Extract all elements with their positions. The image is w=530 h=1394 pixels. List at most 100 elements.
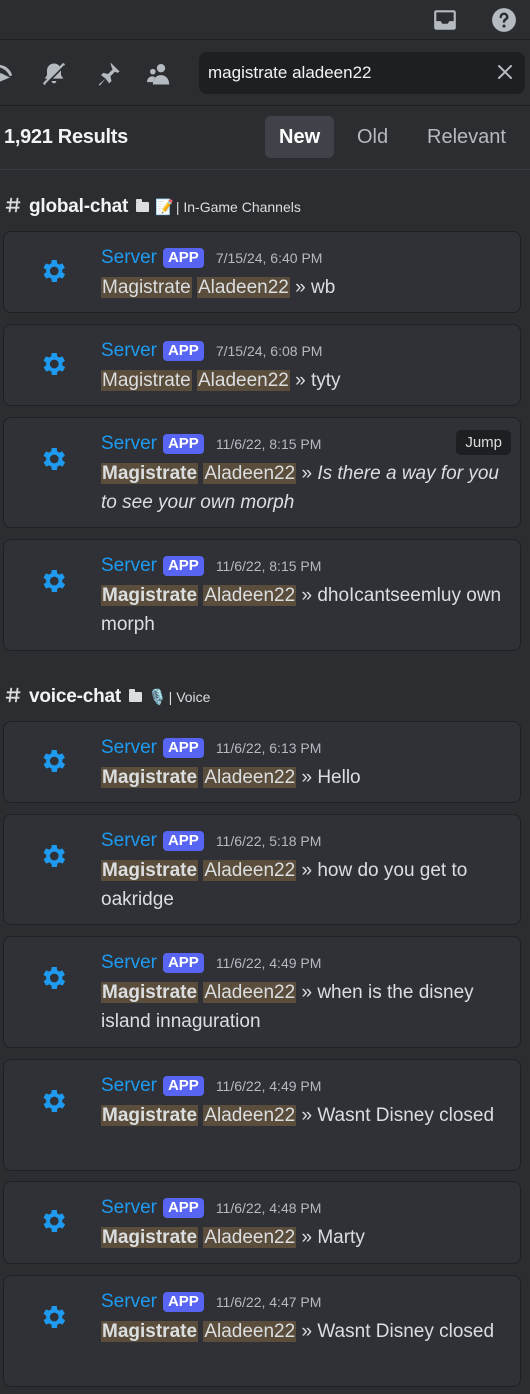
message-content: Magistrate Aladeen22 » when is the disne… [101, 978, 506, 1036]
channel-name: global-chat [29, 196, 129, 217]
channel-category: | In-Game Channels [175, 199, 301, 215]
mute-bell-icon[interactable] [40, 60, 68, 88]
username[interactable]: Server [101, 1075, 157, 1097]
search-highlight: Magistrate [101, 1105, 199, 1126]
search-result-message[interactable]: Server APP 11/6/22, 5:18 PM Magistrate Alad… [3, 814, 521, 925]
message-header: Server APP 11/6/22, 8:15 PM [101, 554, 321, 578]
separator: » [301, 767, 313, 788]
gear-icon[interactable] [38, 963, 68, 993]
message-content: Magistrate Aladeen22 » Is there a way fo… [101, 459, 506, 517]
separator: » [295, 277, 306, 298]
separator: » [301, 585, 313, 606]
username[interactable]: Server [101, 433, 157, 455]
message-content: Magistrate Aladeen22 » Hello [101, 763, 506, 792]
search-bar[interactable]: magistrate aladeen22 [199, 52, 525, 94]
gear-icon[interactable] [38, 444, 68, 474]
username[interactable]: Server [101, 1291, 157, 1313]
message-text: tyty [311, 370, 341, 391]
separator: » [301, 982, 313, 1003]
gear-icon[interactable] [38, 349, 68, 379]
emoji-icon: 🎙️ [147, 689, 167, 706]
search-result-message[interactable]: Server APP 11/6/22, 8:15 PM Magistrate Alad… [3, 539, 521, 651]
search-highlight: Magistrate [101, 982, 199, 1003]
gear-icon[interactable] [38, 1086, 68, 1116]
sort-tab-relevant[interactable]: Relevant [413, 116, 520, 158]
app-badge: APP [162, 738, 204, 758]
member-list-icon[interactable] [147, 60, 175, 88]
search-result-message[interactable]: Server APP 7/15/24, 6:08 PM Magistrate Alad… [3, 324, 521, 406]
channel-name: voice-chat [29, 686, 121, 707]
message-content: Magistrate Aladeen22 » wb [101, 273, 506, 302]
username[interactable]: Server [101, 555, 157, 577]
search-highlight: Aladeen22 [203, 860, 297, 881]
threads-icon[interactable] [0, 60, 18, 88]
username[interactable]: Server [101, 952, 157, 974]
search-result-message[interactable]: Server APP 11/6/22, 4:49 PM Magistrate Alad… [3, 936, 521, 1048]
inbox-icon[interactable] [432, 7, 458, 33]
app-badge: APP [162, 953, 204, 973]
gear-icon[interactable] [38, 566, 68, 596]
help-icon[interactable] [491, 7, 517, 33]
message-header: Server APP 11/6/22, 6:13 PM [101, 736, 321, 760]
search-highlight: Magistrate [101, 585, 199, 606]
search-result-message[interactable]: Server APP 11/6/22, 4:47 PM Magistrate Alad… [3, 1275, 521, 1387]
results-count: 1,921 Results [4, 126, 128, 148]
gear-icon[interactable] [38, 746, 68, 776]
text-channel-icon [5, 684, 23, 710]
gear-icon[interactable] [38, 1302, 68, 1332]
message-header: Server APP 11/6/22, 4:48 PM [101, 1196, 321, 1220]
message-text: Wasnt Disney closed [317, 1321, 495, 1342]
message-header: Server APP 11/6/22, 5:18 PM [101, 829, 321, 853]
search-input[interactable]: magistrate aladeen22 [208, 63, 372, 83]
search-result-message[interactable]: Server APP 11/6/22, 4:48 PM Magistrate Alad… [3, 1181, 521, 1264]
message-content: Magistrate Aladeen22 » how do you get to… [101, 856, 506, 914]
message-text: Hello [317, 767, 361, 788]
message-header: Server APP 11/6/22, 4:47 PM [101, 1290, 321, 1314]
search-highlight: Magistrate [101, 370, 192, 391]
message-text: wb [311, 277, 336, 298]
timestamp: 11/6/22, 8:15 PM [215, 436, 322, 452]
timestamp: 11/6/22, 4:49 PM [215, 955, 322, 971]
gear-icon[interactable] [38, 256, 68, 286]
username[interactable]: Server [101, 830, 157, 852]
close-icon[interactable] [495, 62, 515, 82]
gear-icon[interactable] [38, 841, 68, 871]
gear-icon[interactable] [38, 1206, 68, 1236]
message-header: Server APP 7/15/24, 6:40 PM [101, 246, 322, 270]
app-badge: APP [162, 1292, 204, 1312]
username[interactable]: Server [101, 247, 157, 269]
message-header: Server APP 11/6/22, 4:49 PM [101, 951, 321, 975]
message-text: Wasnt Disney closed [317, 1105, 495, 1126]
separator: » [301, 860, 313, 881]
separator: » [295, 370, 306, 391]
search-result-message[interactable]: Server APP 11/6/22, 6:13 PM Magistrate Alad… [3, 721, 521, 803]
channel-header-global-chat[interactable]: global-chat 📝 | In-Game Channels [5, 193, 301, 221]
jump-button[interactable]: Jump [456, 430, 511, 455]
sort-tab-new[interactable]: New [265, 116, 335, 158]
separator: » [301, 463, 313, 484]
channel-header-voice-chat[interactable]: voice-chat 🎙️ | Voice [5, 683, 210, 711]
pin-icon[interactable] [94, 60, 122, 88]
message-content: Magistrate Aladeen22 » tyty [101, 366, 506, 395]
timestamp: 11/6/22, 4:49 PM [215, 1078, 322, 1094]
timestamp: 7/15/24, 6:40 PM [215, 250, 323, 266]
timestamp: 11/6/22, 6:13 PM [215, 740, 322, 756]
message-header: Server APP 7/15/24, 6:08 PM [101, 339, 322, 363]
search-highlight: Aladeen22 [203, 767, 297, 788]
search-highlight: Aladeen22 [196, 277, 290, 298]
app-badge: APP [162, 434, 204, 454]
username[interactable]: Server [101, 1197, 157, 1219]
message-content: Magistrate Aladeen22 » Wasnt Disney clos… [101, 1101, 506, 1130]
username[interactable]: Server [101, 340, 157, 362]
search-highlight: Magistrate [101, 463, 199, 484]
username[interactable]: Server [101, 737, 157, 759]
app-badge: APP [162, 1076, 204, 1096]
search-result-message[interactable]: Server APP 11/6/22, 8:15 PM Magistrate Alad… [3, 417, 521, 528]
separator: » [301, 1105, 313, 1126]
message-text: Marty [317, 1227, 365, 1248]
message-content: Magistrate Aladeen22 » dhoIcantseemluy o… [101, 581, 506, 639]
search-highlight: Aladeen22 [203, 1105, 297, 1126]
search-result-message[interactable]: Server APP 7/15/24, 6:40 PM Magistrate Alad… [3, 231, 521, 313]
search-result-message[interactable]: Server APP 11/6/22, 4:49 PM Magistrate Alad… [3, 1059, 521, 1171]
sort-tab-old[interactable]: Old [343, 116, 402, 158]
